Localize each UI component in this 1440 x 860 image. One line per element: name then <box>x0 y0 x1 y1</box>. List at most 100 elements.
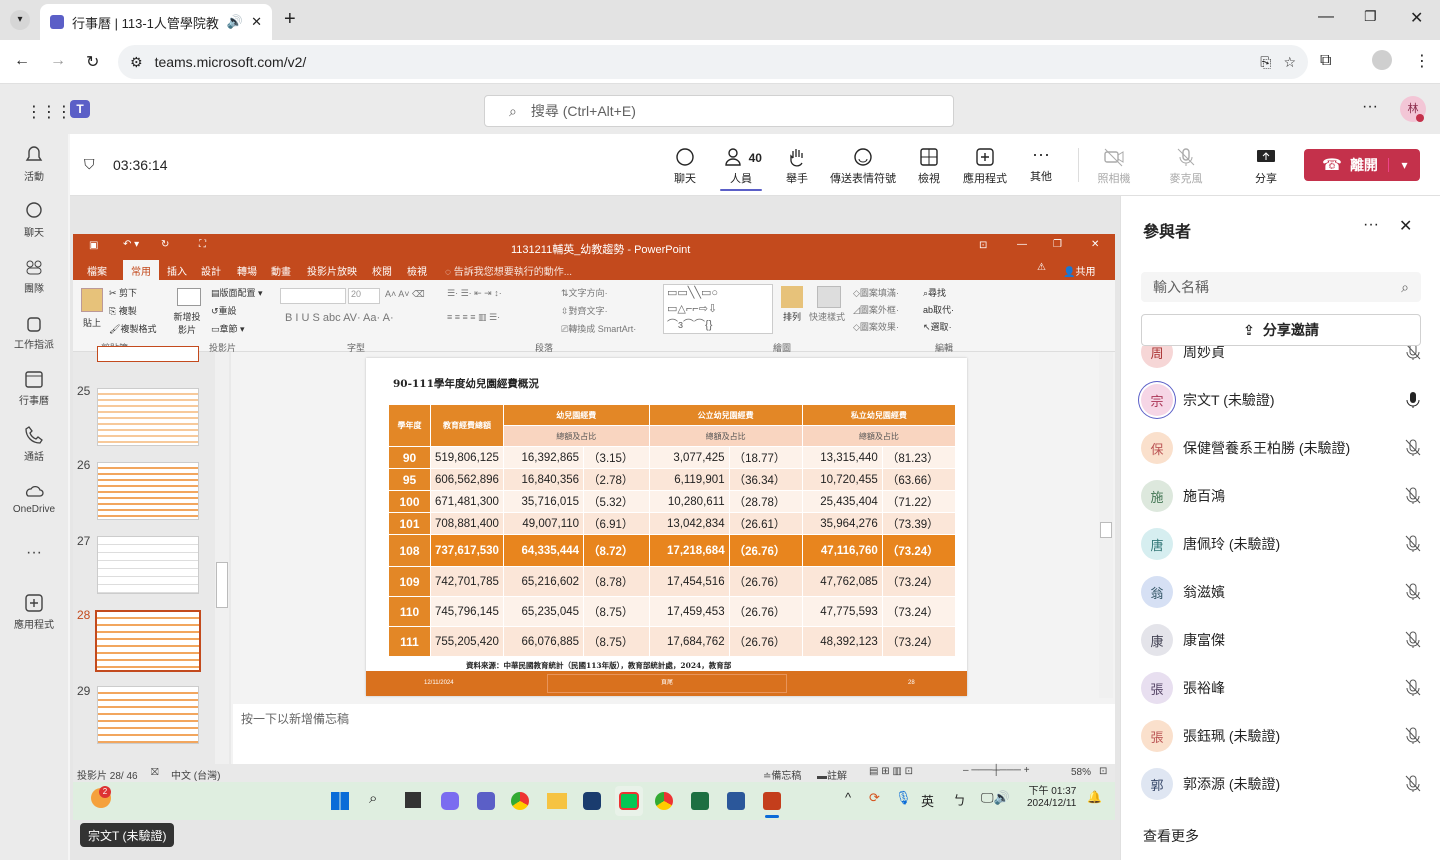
app-launcher-icon[interactable]: ⋮⋮⋮ <box>26 102 72 122</box>
participant-item[interactable]: 康康富傑 <box>1141 616 1421 664</box>
share-ppt-button[interactable]: 👤共用 <box>1063 263 1095 278</box>
participant-item[interactable]: 保保健營養系王柏勝 (未驗證) <box>1141 424 1421 472</box>
menu-insert[interactable]: 插入 <box>167 263 187 278</box>
paste-label[interactable]: 貼上 <box>83 316 101 329</box>
excel-icon[interactable] <box>691 792 709 810</box>
menu-review[interactable]: 校閱 <box>372 263 392 278</box>
font-name-field[interactable] <box>280 288 346 304</box>
paste-icon[interactable] <box>81 288 103 312</box>
arrange-label[interactable]: 排列 <box>783 310 801 323</box>
panel-close-icon[interactable]: ✕ <box>1399 216 1412 236</box>
menu-view[interactable]: 檢視 <box>407 263 427 278</box>
rail-assignments[interactable]: 工作指派 <box>0 312 68 351</box>
chat-button[interactable]: 聊天 <box>670 146 700 186</box>
menu-file[interactable]: 檔案 <box>87 263 107 278</box>
windows-start-icon[interactable] <box>331 792 349 810</box>
mic-button[interactable]: 麥克風 <box>1168 146 1204 186</box>
site-info-icon[interactable]: ⚙ <box>130 54 143 71</box>
apps-button[interactable]: 應用程式 <box>962 146 1008 186</box>
share-button[interactable]: 分享 <box>1254 146 1278 186</box>
ime-indicator[interactable]: 英 <box>921 791 934 810</box>
minimize-button[interactable]: — <box>1318 8 1334 26</box>
view-mode-icons[interactable]: ▤ ⊞ ▥ ⊡ <box>869 766 913 777</box>
font-size-field[interactable]: 20 <box>348 288 380 304</box>
font-format-icons[interactable]: B I U S abc AV· Aa· A· <box>285 312 394 324</box>
chrome-profile-icon[interactable] <box>655 792 673 810</box>
new-slide-label[interactable]: 新增投影片 <box>171 310 203 336</box>
view-button[interactable]: 檢視 <box>916 146 942 186</box>
people-button[interactable]: 40 人員 <box>720 146 762 191</box>
quick-styles-icon[interactable] <box>817 286 841 308</box>
tray-chevron-icon[interactable]: ^ <box>845 790 851 805</box>
reset-button[interactable]: ↺重設 <box>211 304 237 317</box>
close-tab-icon[interactable]: ✕ <box>251 14 262 30</box>
rail-chat[interactable]: 聊天 <box>0 200 68 239</box>
ribbon-options-icon[interactable]: ⊡ <box>979 240 987 251</box>
task-view-icon[interactable] <box>405 792 421 808</box>
teams-taskbar-icon[interactable] <box>477 792 495 810</box>
line-icon[interactable] <box>619 792 639 810</box>
quick-styles-label[interactable]: 快速樣式 <box>809 310 845 323</box>
thumb-scrollbar[interactable] <box>215 352 229 764</box>
fill-button[interactable]: ◇圖案填滿· <box>853 286 899 299</box>
browser-menu-icon[interactable]: ⋮ <box>1414 51 1430 71</box>
participant-item[interactable]: 周周妙貞 <box>1141 346 1421 376</box>
align-icons[interactable]: ≡ ≡ ≡ ≡ ▥ ☰· <box>447 312 500 323</box>
select-button[interactable]: ↖選取· <box>923 320 952 333</box>
url-field[interactable]: ⚙ teams.microsoft.com/v2/ ⎘ ☆ <box>118 45 1308 79</box>
participant-item[interactable]: 宗宗文T (未驗證) <box>1141 376 1421 424</box>
menu-slideshow[interactable]: 投影片放映 <box>307 263 357 278</box>
undo-icon[interactable]: ↶ ▾ <box>123 239 139 250</box>
section-button[interactable]: ▭章節 ▾ <box>211 322 245 335</box>
notes-toggle[interactable]: ≐備忘稿 <box>763 767 801 782</box>
share-invite-button[interactable]: ⇪ 分享邀請 <box>1141 314 1421 346</box>
fit-slide-icon[interactable]: ⊡ <box>1099 766 1107 777</box>
bookmark-star-icon[interactable]: ☆ <box>1283 54 1296 71</box>
list-icons[interactable]: ☰· ☰· ⇤ ⇥ ↕· <box>447 288 502 299</box>
find-button[interactable]: ⌕尋找 <box>923 286 946 299</box>
install-app-icon[interactable]: ⎘ <box>1260 54 1271 71</box>
smartart-button[interactable]: ⎚轉換成 SmartArt· <box>561 322 636 335</box>
rail-teams[interactable]: 團隊 <box>0 256 68 295</box>
participant-item[interactable]: 施施百鴻 <box>1141 472 1421 520</box>
copilot-icon[interactable] <box>441 792 459 810</box>
rail-activity[interactable]: 活動 <box>0 144 68 183</box>
new-tab-button[interactable]: + <box>284 8 296 31</box>
format-painter-button[interactable]: 🖌複製格式 <box>109 322 156 335</box>
comments-toggle[interactable]: ▬註解 <box>817 767 847 782</box>
back-icon[interactable]: ← <box>14 52 30 70</box>
ime-mode-icon[interactable]: ㄅ <box>953 790 966 809</box>
ppt-restore-icon[interactable]: ❐ <box>1053 239 1062 250</box>
copy-button[interactable]: ⎘ 複製 <box>109 304 137 317</box>
new-slide-icon[interactable] <box>177 288 201 306</box>
text-direction-button[interactable]: ⇅文字方向· <box>561 286 608 299</box>
more-button[interactable]: ··· 其他 <box>1028 145 1054 184</box>
slide-thumb-29[interactable] <box>97 686 199 744</box>
effects-button[interactable]: ◇圖案效果· <box>853 320 899 333</box>
participant-item[interactable]: 唐唐佩玲 (未驗證) <box>1141 520 1421 568</box>
rail-onedrive[interactable]: OneDrive <box>0 480 68 515</box>
menu-home[interactable]: 常用 <box>123 260 159 280</box>
cut-button[interactable]: ✂ 剪下 <box>109 286 137 299</box>
mic-tray-icon[interactable]: 🎙 <box>895 790 912 806</box>
sync-icon[interactable]: ⟳ <box>869 790 880 806</box>
slide-thumb-25[interactable] <box>97 388 199 446</box>
tab-search-icon[interactable]: ▾ <box>10 10 30 30</box>
more-options-icon[interactable]: ··· <box>1362 98 1378 116</box>
raise-hand-button[interactable]: 舉手 <box>785 146 809 186</box>
slide-thumb-26[interactable] <box>97 462 199 520</box>
participant-item[interactable]: 張張鈺珮 (未驗證) <box>1141 712 1421 760</box>
replace-button[interactable]: ab取代· <box>923 303 954 316</box>
slide-thumb-24[interactable] <box>97 346 199 362</box>
webex-icon[interactable] <box>583 792 601 810</box>
rail-calls[interactable]: 通話 <box>0 424 68 463</box>
rail-calendar[interactable]: 行事曆 <box>0 368 68 407</box>
search-input[interactable]: ⌕ 搜尋 (Ctrl+Alt+E) <box>484 95 954 127</box>
view-more-link[interactable]: 查看更多 <box>1143 826 1199 846</box>
word-icon[interactable] <box>727 792 745 810</box>
menu-transitions[interactable]: 轉場 <box>237 263 257 278</box>
taskbar-search-icon[interactable]: ⌕ <box>369 790 377 807</box>
participant-item[interactable]: 郭郭添源 (未驗證) <box>1141 760 1421 806</box>
notifications-bell-icon[interactable]: 🔔 <box>1087 790 1102 804</box>
network-volume-icon[interactable]: 🖵🔊 <box>981 790 1010 806</box>
